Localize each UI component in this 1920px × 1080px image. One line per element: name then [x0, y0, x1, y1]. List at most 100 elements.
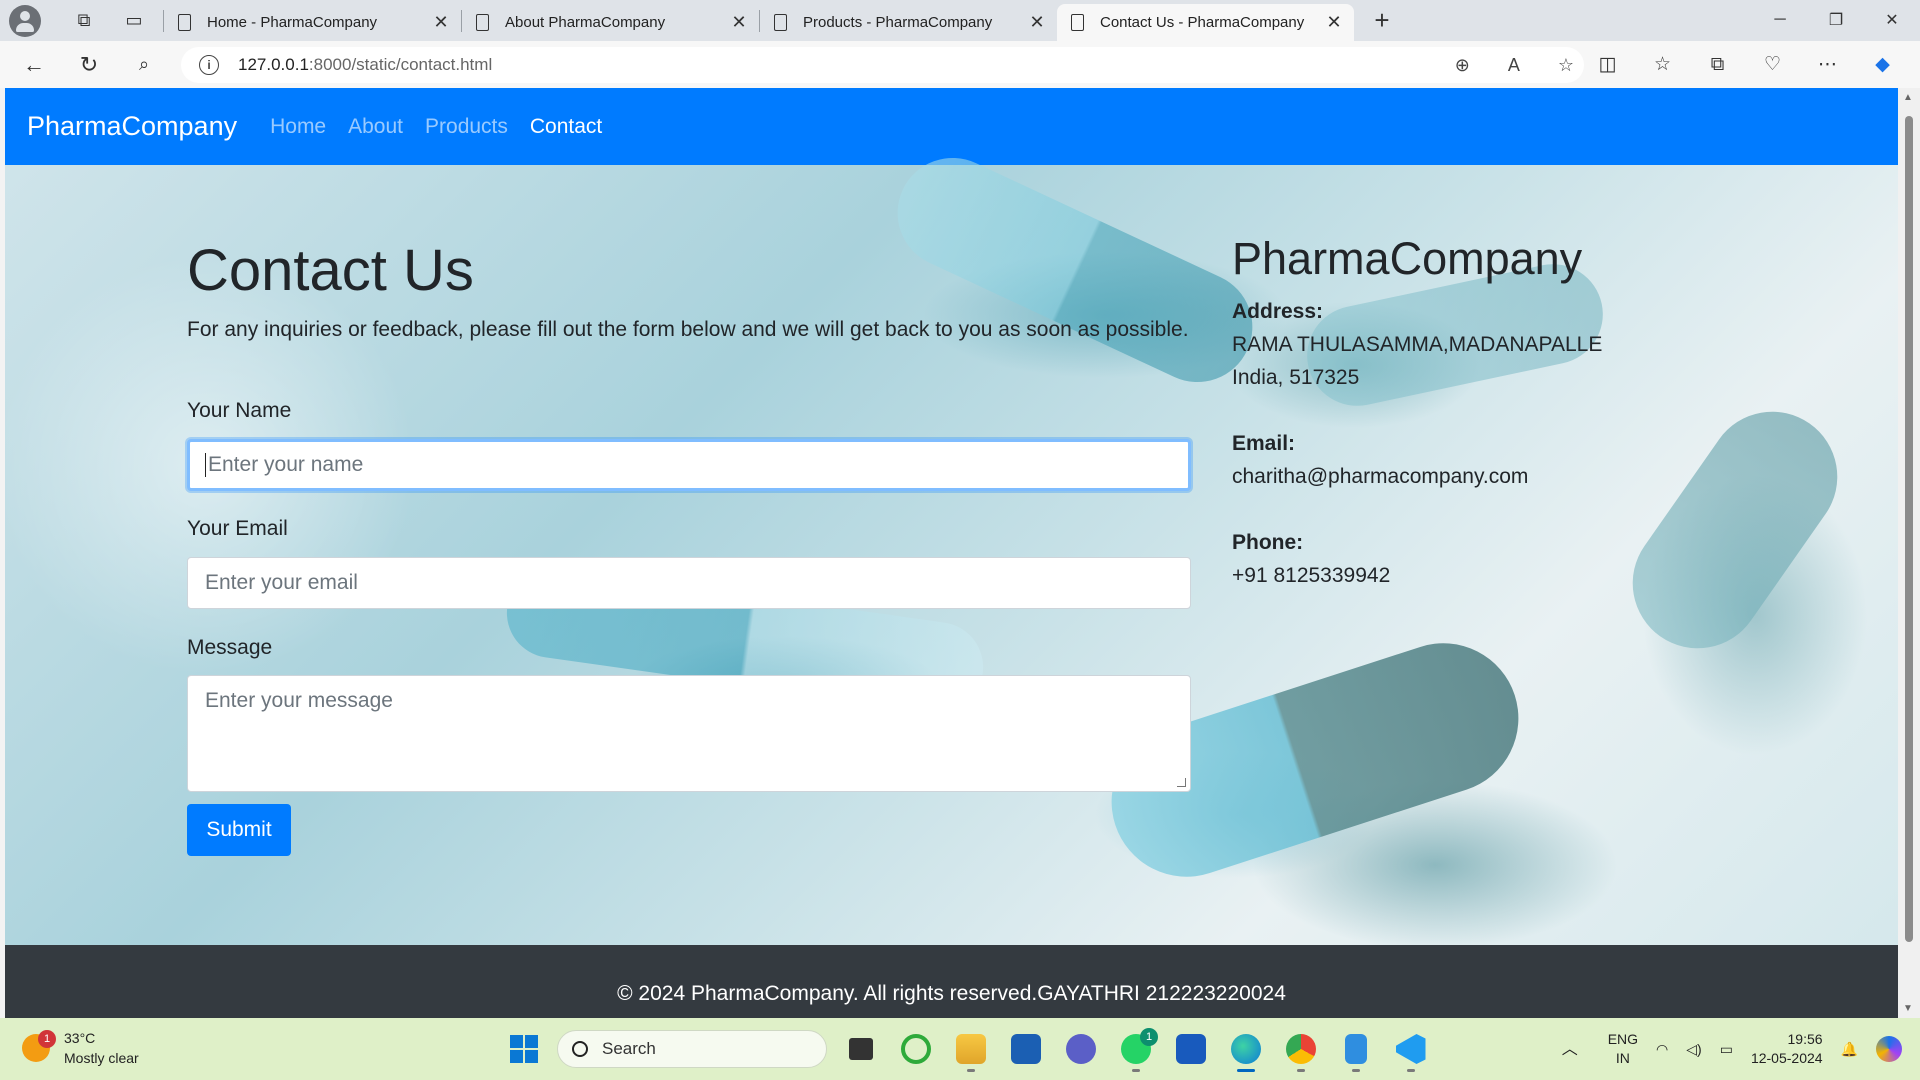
taskbar-edge[interactable] — [1218, 1026, 1273, 1072]
close-icon[interactable]: ✕ — [1324, 12, 1344, 33]
read-aloud-icon[interactable]: A — [1508, 55, 1520, 76]
tab-about[interactable]: About PharmaCompany ✕ — [462, 6, 759, 40]
windows-logo-icon — [509, 1035, 538, 1063]
message-textarea[interactable]: Enter your message — [187, 675, 1191, 792]
back-button[interactable]: ← — [14, 45, 54, 85]
tab-products[interactable]: Products - PharmaCompany ✕ — [760, 6, 1057, 40]
nav-link-about[interactable]: About — [348, 115, 403, 139]
browser-essentials-icon[interactable]: ♡ — [1745, 53, 1800, 76]
language-indicator[interactable]: ENG IN — [1608, 1030, 1638, 1068]
wifi-icon[interactable]: ◠ — [1656, 1040, 1668, 1059]
store-icon — [1010, 1034, 1041, 1064]
taskbar-store[interactable] — [998, 1026, 1053, 1072]
site-footer: © 2024 PharmaCompany. All rights reserve… — [5, 945, 1898, 1018]
scroll-up-icon[interactable]: ▲ — [1903, 92, 1913, 103]
submit-button[interactable]: Submit — [187, 804, 291, 856]
navbar-brand[interactable]: PharmaCompany — [27, 111, 237, 142]
notification-badge: 1 — [38, 1030, 56, 1048]
taskbar-vscode[interactable] — [1383, 1026, 1438, 1072]
weather-condition: Mostly clear — [64, 1050, 139, 1066]
footer-text: © 2024 PharmaCompany. All rights reserve… — [617, 982, 1286, 1005]
page-viewport: PharmaCompany Home About Products Contac… — [5, 88, 1898, 1018]
taskbar-file-explorer[interactable] — [943, 1026, 998, 1072]
taskbar-search[interactable]: Search — [557, 1030, 827, 1068]
copilot-icon[interactable] — [1876, 1036, 1902, 1062]
zoom-icon[interactable]: ⊕ — [1455, 55, 1470, 76]
page-icon — [1071, 14, 1084, 31]
workspaces-icon[interactable]: ⧉ — [67, 4, 101, 38]
tab-contact[interactable]: Contact Us - PharmaCompany ✕ — [1057, 4, 1354, 41]
volume-icon[interactable]: ◁) — [1686, 1040, 1701, 1059]
page-icon — [774, 14, 787, 31]
taskbar-app-green[interactable] — [888, 1026, 943, 1072]
more-menu-icon[interactable]: ⋯ — [1800, 53, 1855, 76]
nav-link-products[interactable]: Products — [425, 115, 508, 139]
close-window-button[interactable]: ✕ — [1864, 0, 1920, 40]
email-label: Your Email — [187, 517, 288, 540]
page-icon — [178, 14, 191, 31]
taskbar-notepad[interactable] — [1328, 1026, 1383, 1072]
info-icon[interactable]: i — [199, 55, 219, 75]
url-field[interactable]: i 127.0.0.1:8000/static/contact.html ⊕ A… — [181, 47, 1584, 83]
edge-icon — [1230, 1034, 1261, 1064]
copilot-icon[interactable]: ◆ — [1855, 53, 1910, 76]
address-line1: RAMA THULASAMMA,MADANAPALLE — [1232, 333, 1603, 356]
taskbar-word[interactable] — [1163, 1026, 1218, 1072]
intro-text: For any inquiries or feedback, please fi… — [187, 318, 1189, 341]
split-screen-icon[interactable]: ◫ — [1580, 53, 1635, 76]
tab-home[interactable]: Home - PharmaCompany ✕ — [164, 6, 461, 40]
task-view-button[interactable] — [833, 1026, 888, 1072]
tab-actions-icon[interactable]: ▭ — [117, 4, 151, 38]
address-line2: India, 517325 — [1232, 366, 1360, 389]
start-button[interactable] — [496, 1026, 551, 1072]
tab-label: Products - PharmaCompany — [803, 14, 993, 31]
restore-button[interactable]: ❐ — [1808, 0, 1864, 40]
name-input[interactable]: Enter your name — [187, 439, 1191, 491]
profile-icon[interactable] — [9, 4, 41, 37]
phone-value: +91 8125339942 — [1232, 564, 1391, 587]
refresh-button[interactable]: ↻ — [69, 45, 109, 85]
nav-link-home[interactable]: Home — [270, 115, 326, 139]
folder-icon — [955, 1034, 986, 1064]
url-text: 127.0.0.1:8000/static/contact.html — [238, 55, 493, 74]
address-toolbar: ← ↻ ⌕ i 127.0.0.1:8000/static/contact.ht… — [0, 41, 1920, 88]
favorite-star-icon[interactable]: ☆ — [1558, 55, 1574, 76]
taskbar-whatsapp[interactable]: 1 — [1108, 1026, 1163, 1072]
weather-temp: 33°C — [64, 1030, 96, 1046]
page-scrollbar[interactable]: ▲ ▼ — [1898, 88, 1920, 1018]
taskbar-chrome[interactable] — [1273, 1026, 1328, 1072]
scrollbar-thumb[interactable] — [1905, 116, 1913, 942]
chevron-up-icon[interactable]: ︿ — [1562, 1040, 1578, 1059]
phone-label: Phone: — [1232, 531, 1304, 554]
message-placeholder: Enter your message — [205, 689, 393, 712]
app-triangle-icon — [1065, 1034, 1096, 1064]
scroll-down-icon[interactable]: ▼ — [1903, 1003, 1913, 1014]
page-icon — [476, 14, 489, 31]
new-tab-button[interactable]: + — [1364, 3, 1400, 39]
email-value: charitha@pharmacompany.com — [1232, 465, 1529, 488]
notification-bell-icon[interactable]: 🔔 — [1841, 1040, 1858, 1059]
tab-label: Home - PharmaCompany — [207, 14, 378, 31]
favorites-icon[interactable]: ☆ — [1635, 53, 1690, 76]
nav-link-contact[interactable]: Contact — [530, 115, 602, 139]
battery-icon[interactable]: ▭ — [1720, 1040, 1733, 1059]
taskbar-app-purple[interactable] — [1053, 1026, 1108, 1072]
minimize-button[interactable]: ─ — [1752, 0, 1808, 40]
text-caret — [205, 453, 206, 477]
resize-handle-icon[interactable] — [1177, 778, 1186, 787]
close-icon[interactable]: ✕ — [431, 12, 451, 33]
search-icon[interactable]: ⌕ — [124, 45, 164, 85]
close-icon[interactable]: ✕ — [1027, 12, 1047, 33]
collections-icon[interactable]: ⧉ — [1690, 54, 1745, 76]
email-info-label: Email: — [1232, 432, 1296, 455]
company-name: PharmaCompany — [1232, 233, 1583, 284]
clock[interactable]: 19:56 12-05-2024 — [1751, 1030, 1823, 1068]
address-label: Address: — [1232, 300, 1324, 323]
search-label: Search — [602, 1039, 656, 1058]
site-navbar: PharmaCompany Home About Products Contac… — [5, 88, 1898, 165]
task-view-icon — [848, 1038, 873, 1060]
weather-widget[interactable]: 1 33°C Mostly clear — [22, 1028, 139, 1068]
word-icon — [1175, 1034, 1206, 1064]
close-icon[interactable]: ✕ — [729, 12, 749, 33]
email-input[interactable]: Enter your email — [187, 557, 1191, 609]
